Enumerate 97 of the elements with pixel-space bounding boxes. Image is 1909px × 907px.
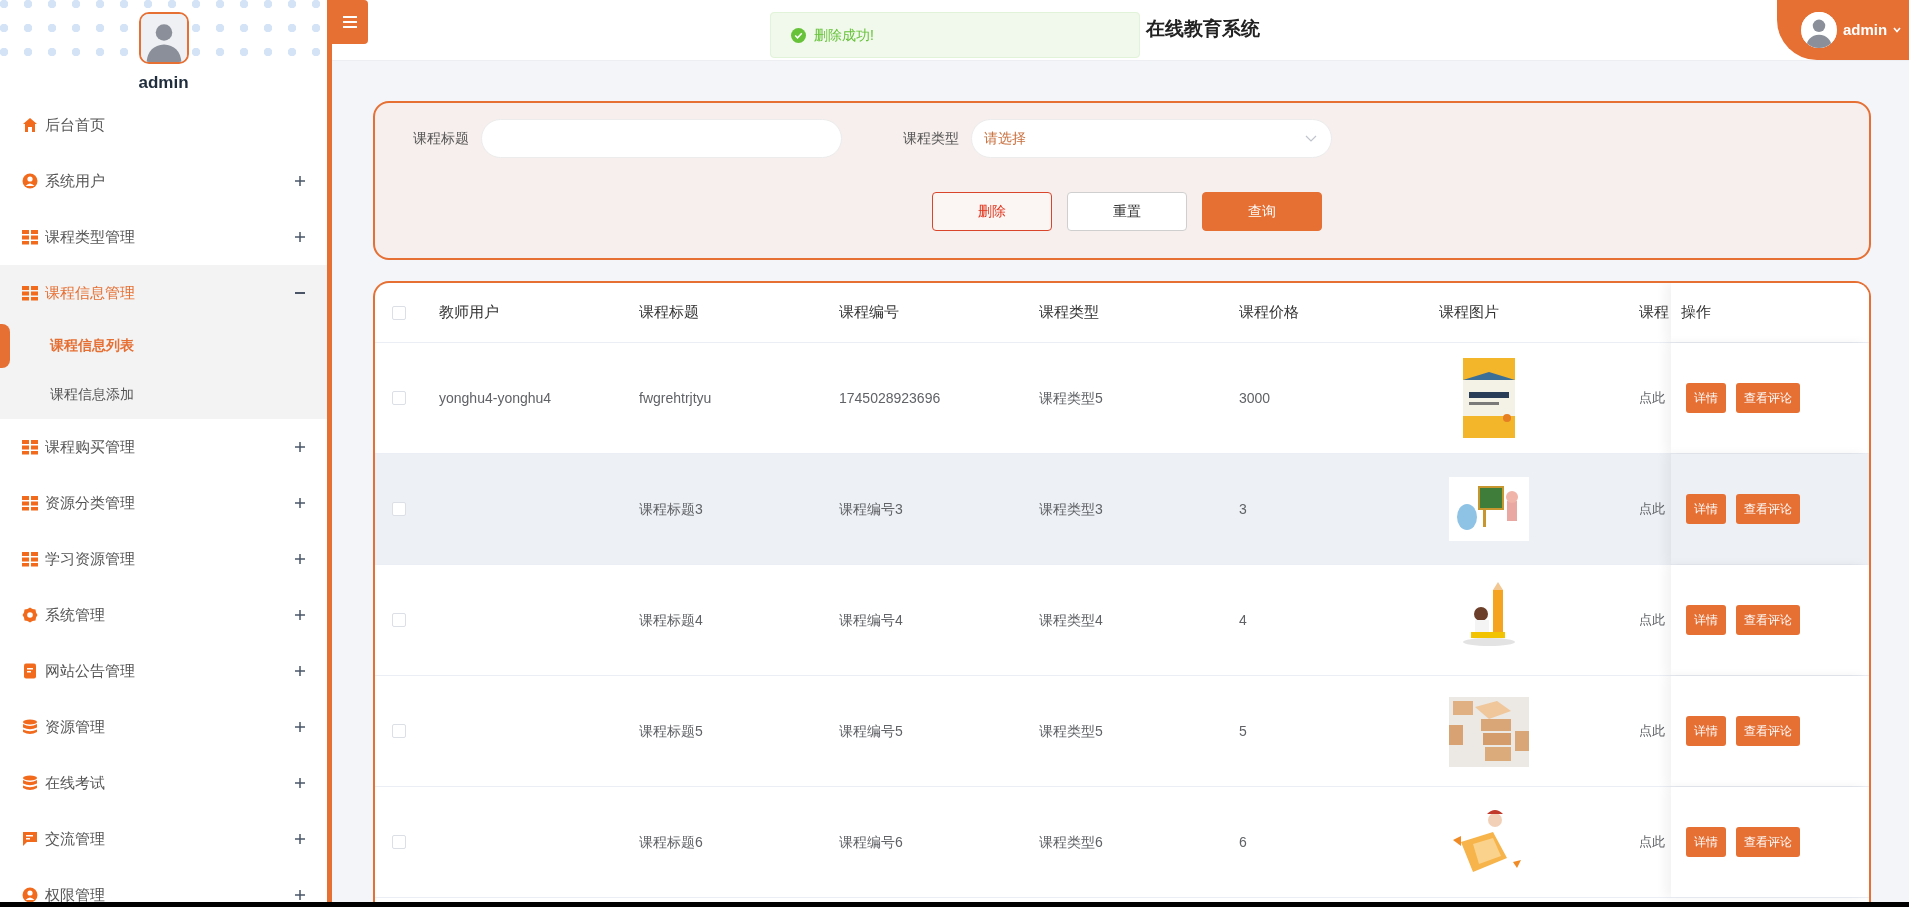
table-row[interactable]: 课程标题3 课程编号3 课程类型3 3 点此 详情 查看评论 [375,454,1869,565]
table-cell-text: 课程标题5 [639,721,703,741]
toast: 删除成功! [770,12,1140,58]
delete-button[interactable]: 删除 [932,192,1052,231]
table-cell-text: 课程编号3 [839,499,903,519]
table-cell-text: 课程标题4 [639,610,703,630]
table-cell-text: 1745028923696 [839,388,941,408]
table-row[interactable]: yonghu4-yonghu4 fwgrehtrjtyu 1745028923696 课程类型5 3000 点此 详情 查看评论 [375,343,1869,454]
avatar [1801,12,1837,48]
expand-icon [295,666,305,676]
chat-icon [22,831,38,847]
grid-icon [22,551,38,567]
column-header: 操作 [1681,302,1711,323]
checkbox[interactable] [392,502,406,516]
table-cell-text: 点此 [1639,833,1665,852]
menu-item[interactable]: 系统管理 [0,587,327,643]
submenu-item[interactable]: 课程信息添加 [50,384,134,405]
select-field[interactable]: 请选择 [971,119,1332,158]
table-cell-text: 3000 [1239,388,1271,408]
expand-icon [295,498,305,508]
checkbox[interactable] [392,613,406,627]
table-cell-text: 3 [1239,499,1247,519]
table-row[interactable]: 课程标题6 课程编号6 课程类型6 6 点此 详情 查看评论 [375,787,1869,898]
checkbox[interactable] [392,305,406,320]
grid-icon [22,285,38,301]
settings-icon [22,607,38,623]
chevron-down-icon [1305,135,1317,142]
expand-icon [295,176,305,186]
table-cell-text: 课程编号4 [839,610,903,630]
table-cell-text: 6 [1239,832,1247,852]
table-cell-text: 课程标题3 [639,499,703,519]
document-icon [22,663,38,679]
table-row[interactable]: 课程标题5 课程编号5 课程类型5 5 点此 详情 查看评论 [375,676,1869,787]
table-cell-text: 课程标题6 [639,832,703,852]
table-cell-text: 点此 [1639,500,1665,519]
checkbox[interactable] [392,391,406,405]
table-cell-text: 点此 [1639,611,1665,630]
grid-icon [22,229,38,245]
grid-icon [22,495,38,511]
table-cell-text: yonghu4-yonghu4 [439,388,552,408]
table-cell-text: 课程类型5 [1039,388,1103,408]
column-header: 课程 [1639,302,1669,323]
table-cell-text: 课程类型6 [1039,832,1103,852]
menu-item[interactable]: 交流管理 [0,811,327,867]
menu-item[interactable]: 权限管理 [0,867,327,902]
expand-icon [295,890,305,900]
table-cell-text: 课程编号5 [839,721,903,741]
table-cell-text: 课程类型3 [1039,499,1103,519]
checkbox[interactable] [392,835,406,849]
menu-toggle-button[interactable] [332,0,368,44]
database-icon [22,775,38,791]
expand-icon [295,554,305,564]
field-label: 课程类型 [903,129,959,148]
table-cell-text: 课程类型5 [1039,721,1103,741]
check-circle-icon [791,27,806,43]
menu-item[interactable]: 课程购买管理 [0,419,327,475]
database-icon [22,719,38,735]
column-header: 课程标题 [639,302,699,323]
field-label: 课程标题 [413,129,469,148]
table-cell-text: 课程编号6 [839,832,903,852]
menu-item[interactable]: 学习资源管理 [0,531,327,587]
expand-icon [295,442,305,452]
table-row[interactable]: 课程标题4 课程编号4 课程类型4 4 点此 详情 查看评论 [375,565,1869,676]
checkbox[interactable] [392,724,406,738]
table-cell-text: 课程类型4 [1039,610,1103,630]
column-header: 教师用户 [439,302,499,323]
menu-item[interactable]: 课程类型管理 [0,209,327,265]
user-icon [22,173,38,189]
grid-icon [22,439,38,455]
active-tab-marker [0,324,10,368]
menu-item[interactable]: 后台首页 [0,97,327,153]
chevron-down-icon [1893,27,1902,33]
table-cell-text: 点此 [1639,389,1665,408]
menu-item[interactable]: 在线考试 [0,755,327,811]
expand-icon [295,232,305,242]
column-header: 课程编号 [839,302,899,323]
menu-item[interactable]: 系统用户 [0,153,327,209]
expand-icon [295,722,305,732]
expand-icon [295,610,305,620]
expand-icon [295,834,305,844]
expand-icon [295,778,305,788]
avatar [138,12,189,64]
column-header: 课程价格 [1239,302,1299,323]
app-title: 在线教育系统 [1146,17,1260,41]
menu-icon [343,16,357,28]
menu-item[interactable]: 资源管理 [0,699,327,755]
menu-item[interactable]: 资源分类管理 [0,475,327,531]
table-cell-text: 4 [1239,610,1247,630]
table-cell-text: fwgrehtrjtyu [639,388,712,408]
home-icon [22,117,38,133]
reset-button[interactable]: 重置 [1067,192,1187,231]
menu-item[interactable]: 网站公告管理 [0,643,327,699]
column-header: 课程图片 [1439,302,1499,323]
table-cell-text: 5 [1239,721,1247,741]
table-cell-text: 点此 [1639,722,1665,741]
column-header: 课程类型 [1039,302,1099,323]
username: admin [138,72,189,94]
